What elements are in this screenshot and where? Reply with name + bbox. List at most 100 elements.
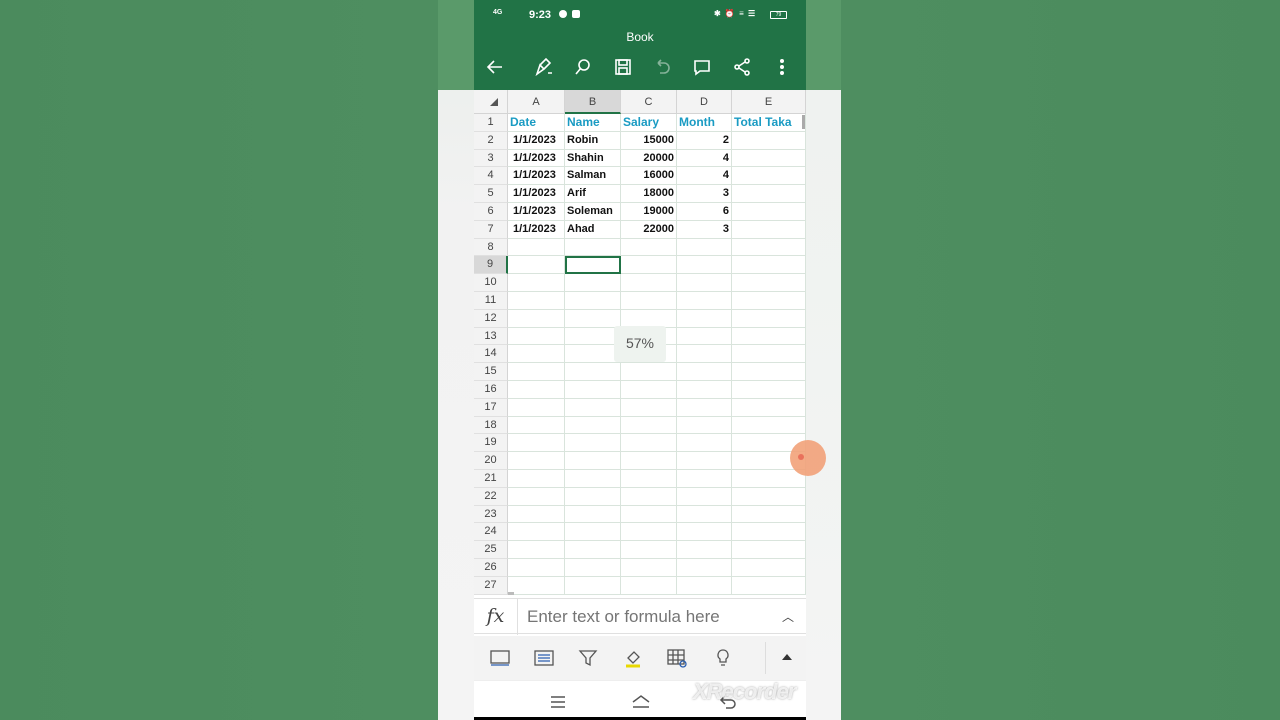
empty-cell[interactable] bbox=[565, 292, 621, 310]
data-cell-month[interactable]: 3 bbox=[677, 220, 732, 239]
empty-cell[interactable] bbox=[621, 309, 677, 328]
empty-cell[interactable] bbox=[677, 434, 732, 453]
empty-cell[interactable] bbox=[677, 487, 732, 506]
empty-cell[interactable] bbox=[565, 487, 621, 506]
row-header[interactable]: 5 bbox=[474, 185, 508, 203]
data-cell-date[interactable]: 1/1/2023 bbox=[508, 203, 565, 221]
empty-cell[interactable] bbox=[565, 238, 621, 257]
empty-cell[interactable] bbox=[508, 256, 565, 275]
empty-cell[interactable] bbox=[565, 470, 621, 488]
empty-cell[interactable] bbox=[621, 434, 677, 453]
row-header[interactable]: 2 bbox=[474, 131, 508, 150]
expand-toolbar-icon[interactable] bbox=[782, 654, 792, 660]
row-header[interactable]: 14 bbox=[474, 345, 508, 364]
empty-cell[interactable] bbox=[565, 345, 621, 364]
empty-cell[interactable] bbox=[508, 345, 565, 364]
empty-cell[interactable] bbox=[508, 523, 565, 542]
row-header[interactable]: 18 bbox=[474, 416, 508, 435]
empty-cell[interactable] bbox=[565, 381, 621, 399]
empty-cell[interactable] bbox=[732, 470, 806, 488]
data-cell-month[interactable]: 3 bbox=[677, 185, 732, 203]
empty-cell[interactable] bbox=[677, 541, 732, 559]
header-cell-date[interactable]: Date bbox=[508, 114, 565, 132]
data-cell-month[interactable]: 6 bbox=[677, 203, 732, 221]
empty-cell[interactable] bbox=[621, 416, 677, 435]
empty-cell[interactable] bbox=[732, 149, 806, 168]
data-cell-date[interactable]: 1/1/2023 bbox=[508, 149, 565, 168]
empty-cell[interactable] bbox=[508, 398, 565, 417]
empty-cell[interactable] bbox=[621, 363, 677, 381]
empty-cell[interactable] bbox=[732, 363, 806, 381]
empty-cell[interactable] bbox=[565, 398, 621, 417]
empty-cell[interactable] bbox=[677, 416, 732, 435]
menu-icon[interactable] bbox=[547, 691, 569, 713]
empty-cell[interactable] bbox=[732, 398, 806, 417]
empty-cell[interactable] bbox=[508, 381, 565, 399]
data-cell-date[interactable]: 1/1/2023 bbox=[508, 220, 565, 239]
save-button[interactable] bbox=[609, 54, 637, 80]
share-button[interactable] bbox=[728, 54, 756, 80]
empty-cell[interactable] bbox=[732, 185, 806, 203]
data-cell-month[interactable]: 4 bbox=[677, 149, 732, 168]
filter-button[interactable] bbox=[574, 644, 602, 672]
empty-cell[interactable] bbox=[508, 541, 565, 559]
row-header[interactable]: 1 bbox=[474, 114, 508, 132]
empty-cell[interactable] bbox=[677, 505, 732, 524]
empty-cell[interactable] bbox=[621, 256, 677, 275]
empty-cell[interactable] bbox=[621, 292, 677, 310]
empty-cell[interactable] bbox=[565, 309, 621, 328]
empty-cell[interactable] bbox=[732, 523, 806, 542]
row-header[interactable]: 9 bbox=[474, 256, 508, 275]
empty-cell[interactable] bbox=[732, 576, 806, 595]
row-header[interactable]: 4 bbox=[474, 167, 508, 186]
empty-cell[interactable] bbox=[677, 452, 732, 470]
empty-cell[interactable] bbox=[732, 541, 806, 559]
row-header[interactable]: 27 bbox=[474, 576, 508, 595]
column-header-a[interactable]: A bbox=[508, 90, 565, 114]
screen-view-button[interactable] bbox=[486, 644, 514, 672]
empty-cell[interactable] bbox=[621, 381, 677, 399]
data-cell-date[interactable]: 1/1/2023 bbox=[508, 185, 565, 203]
undo-button[interactable] bbox=[648, 54, 676, 80]
horizontal-scrollbar[interactable] bbox=[508, 592, 514, 595]
empty-cell[interactable] bbox=[508, 470, 565, 488]
empty-cell[interactable] bbox=[732, 274, 806, 292]
row-header[interactable]: 16 bbox=[474, 381, 508, 399]
empty-cell[interactable] bbox=[565, 274, 621, 292]
empty-cell[interactable] bbox=[508, 292, 565, 310]
empty-cell[interactable] bbox=[677, 327, 732, 346]
data-cell-name[interactable]: Shahin bbox=[565, 149, 621, 168]
ideas-button[interactable] bbox=[709, 644, 737, 672]
search-button[interactable] bbox=[569, 54, 597, 80]
empty-cell[interactable] bbox=[677, 309, 732, 328]
formula-input[interactable] bbox=[527, 607, 767, 627]
empty-cell[interactable] bbox=[732, 559, 806, 577]
row-header[interactable]: 26 bbox=[474, 559, 508, 577]
data-cell-date[interactable]: 1/1/2023 bbox=[508, 167, 565, 186]
row-header[interactable]: 10 bbox=[474, 274, 508, 292]
column-header-e[interactable]: E bbox=[732, 90, 806, 114]
empty-cell[interactable] bbox=[508, 309, 565, 328]
empty-cell[interactable] bbox=[732, 416, 806, 435]
empty-cell[interactable] bbox=[565, 452, 621, 470]
empty-cell[interactable] bbox=[565, 327, 621, 346]
insert-table-button[interactable] bbox=[663, 644, 691, 672]
empty-cell[interactable] bbox=[621, 576, 677, 595]
empty-cell[interactable] bbox=[732, 167, 806, 186]
empty-cell[interactable] bbox=[621, 559, 677, 577]
empty-cell[interactable] bbox=[732, 203, 806, 221]
empty-cell[interactable] bbox=[621, 470, 677, 488]
row-header[interactable]: 23 bbox=[474, 505, 508, 524]
column-header-b[interactable]: B bbox=[565, 90, 621, 114]
row-header[interactable]: 22 bbox=[474, 487, 508, 506]
empty-cell[interactable] bbox=[732, 238, 806, 257]
empty-cell[interactable] bbox=[508, 487, 565, 506]
empty-cell[interactable] bbox=[621, 487, 677, 506]
empty-cell[interactable] bbox=[508, 434, 565, 453]
empty-cell[interactable] bbox=[677, 256, 732, 275]
empty-cell[interactable] bbox=[677, 559, 732, 577]
empty-cell[interactable] bbox=[677, 523, 732, 542]
data-cell-salary[interactable]: 19000 bbox=[621, 203, 677, 221]
empty-cell[interactable] bbox=[508, 505, 565, 524]
row-header[interactable]: 19 bbox=[474, 434, 508, 453]
